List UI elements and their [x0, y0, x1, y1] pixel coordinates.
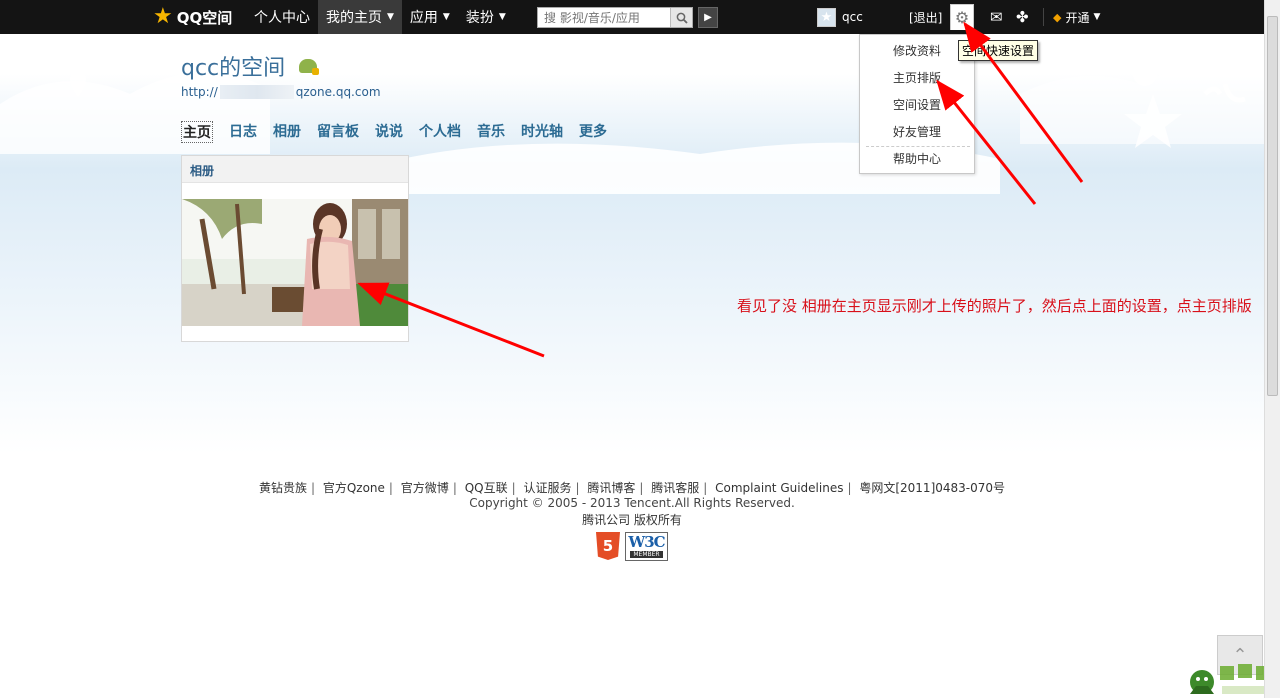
divider [1043, 8, 1044, 26]
gear-icon: ⚙ [954, 8, 970, 27]
footer-link[interactable]: 腾讯博客 [587, 481, 635, 495]
play-arrow-icon: ▶ [704, 12, 712, 23]
settings-gear-button[interactable]: ⚙ [950, 4, 974, 30]
copyright: Copyright © 2005 - 2013 Tencent.All Righ… [469, 496, 795, 510]
qzone-logo[interactable]: ★ QQ空间 [153, 0, 232, 34]
footer-link[interactable]: Complaint Guidelines [715, 481, 843, 495]
caret-down-icon: ▼ [442, 12, 450, 22]
space-tabs: 主页 日志 相册 留言板 说说 个人档 音乐 时光轴 更多 [181, 121, 607, 143]
tab-profile[interactable]: 个人档 [419, 121, 461, 143]
user-info[interactable]: ★ qcc [817, 0, 863, 34]
username: qcc [842, 10, 863, 24]
logo-text: QQ空间 [176, 8, 233, 27]
annotation-text: 看见了没 相册在主页显示刚才上传的照片了，然后点上面的设置，点主页排版 [737, 297, 1252, 315]
footer-link[interactable]: 黄钻贵族 [259, 481, 307, 495]
html5-badge-icon[interactable]: 5 [596, 532, 620, 560]
album-photo[interactable] [182, 199, 408, 326]
footer-link[interactable]: 粤网文[2011]0483-070号 [859, 481, 1005, 495]
tab-guestbook[interactable]: 留言板 [317, 121, 359, 143]
play-arrow-button[interactable]: ▶ [698, 7, 718, 28]
avatar: ★ [817, 7, 836, 27]
tab-more[interactable]: 更多 [579, 121, 607, 143]
w3c-badge-icon[interactable]: W3C MEMBER [625, 532, 668, 561]
tab-album[interactable]: 相册 [273, 121, 301, 143]
nav-personal-center[interactable]: 个人中心 [246, 0, 318, 34]
space-title: qcc的空间 [181, 50, 320, 82]
menu-friend-management[interactable]: 好友管理 [893, 123, 941, 140]
caret-down-icon: ▼ [498, 12, 506, 22]
nav-label: 我的主页 [326, 10, 382, 26]
footer-link[interactable]: 官方微博 [401, 481, 449, 495]
menu-edit-profile[interactable]: 修改资料 [893, 42, 941, 59]
footer-link[interactable]: 官方Qzone [323, 481, 385, 495]
standards-badges: 5 W3C MEMBER [596, 532, 668, 561]
url-prefix: http:// [181, 85, 218, 99]
nav-my-homepage[interactable]: 我的主页 ▼ [318, 0, 402, 34]
top-navigation-bar: ★ QQ空间 个人中心 我的主页 ▼ 应用 ▼ 装扮 ▼ ▶ ★ qcc [退出… [0, 0, 1264, 34]
search-button[interactable] [670, 8, 692, 27]
nav-decorate[interactable]: 装扮 ▼ [458, 0, 514, 34]
logout-link[interactable]: [退出] [909, 0, 942, 34]
tab-timeline[interactable]: 时光轴 [521, 121, 563, 143]
search-icon [676, 12, 688, 24]
kaitong-label: 开通 [1065, 10, 1090, 25]
tab-music[interactable]: 音乐 [477, 121, 505, 143]
nav-apps[interactable]: 应用 ▼ [402, 0, 458, 34]
caret-down-icon: ▼ [387, 12, 394, 22]
tooltip: 空间快速设置 [958, 40, 1039, 61]
footer-link[interactable]: QQ互联 [465, 481, 508, 495]
menu-help-center[interactable]: 帮助中心 [893, 150, 941, 167]
mail-icon[interactable]: ✉ [990, 0, 1003, 34]
space-title-text[interactable]: qcc的空间 [181, 50, 285, 82]
space-url[interactable]: http:// qzone.qq.com [181, 85, 381, 99]
scrollbar-thumb[interactable] [1267, 16, 1278, 396]
photo-thumbnail [182, 199, 408, 326]
search-box [537, 7, 693, 28]
w3c-member-text: MEMBER [630, 551, 663, 558]
clover-icon[interactable]: ✤ [1016, 0, 1029, 34]
company-rights: 腾讯公司 版权所有 [582, 513, 682, 527]
footer-links: 黄钻贵族 | 官方Qzone | 官方微博 | QQ互联 | 认证服务 | 腾讯博客 | 腾… [258, 481, 1006, 495]
menu-homepage-layout[interactable]: 主页排版 [893, 69, 941, 86]
level-badge-icon[interactable] [299, 59, 320, 75]
footer-link[interactable]: 腾讯客服 [651, 481, 699, 495]
tab-shuoshuo[interactable]: 说说 [375, 121, 403, 143]
menu-space-settings[interactable]: 空间设置 [893, 96, 941, 113]
footer-link[interactable]: 认证服务 [523, 481, 571, 495]
url-suffix: qzone.qq.com [295, 85, 381, 99]
diamond-icon: ◆ [1053, 10, 1062, 24]
nav-label: 装扮 [465, 10, 494, 26]
album-widget-title[interactable]: 相册 [182, 156, 408, 183]
w3c-text: W3C [628, 533, 665, 551]
blurred-qq-number [219, 85, 294, 99]
vertical-scrollbar[interactable] [1264, 0, 1280, 698]
tab-blog[interactable]: 日志 [229, 121, 257, 143]
menu-divider [866, 146, 970, 147]
tab-home[interactable]: 主页 [181, 121, 213, 143]
kaitong-menu[interactable]: ◆ 开通 ▼ [1053, 0, 1100, 34]
nav-label: 应用 [409, 10, 438, 26]
caret-down-icon: ▼ [1093, 12, 1101, 22]
nav-label: 个人中心 [254, 10, 310, 26]
star-icon: ★ [153, 4, 173, 29]
album-widget: 相册 [181, 155, 409, 342]
search-input[interactable] [538, 8, 670, 27]
